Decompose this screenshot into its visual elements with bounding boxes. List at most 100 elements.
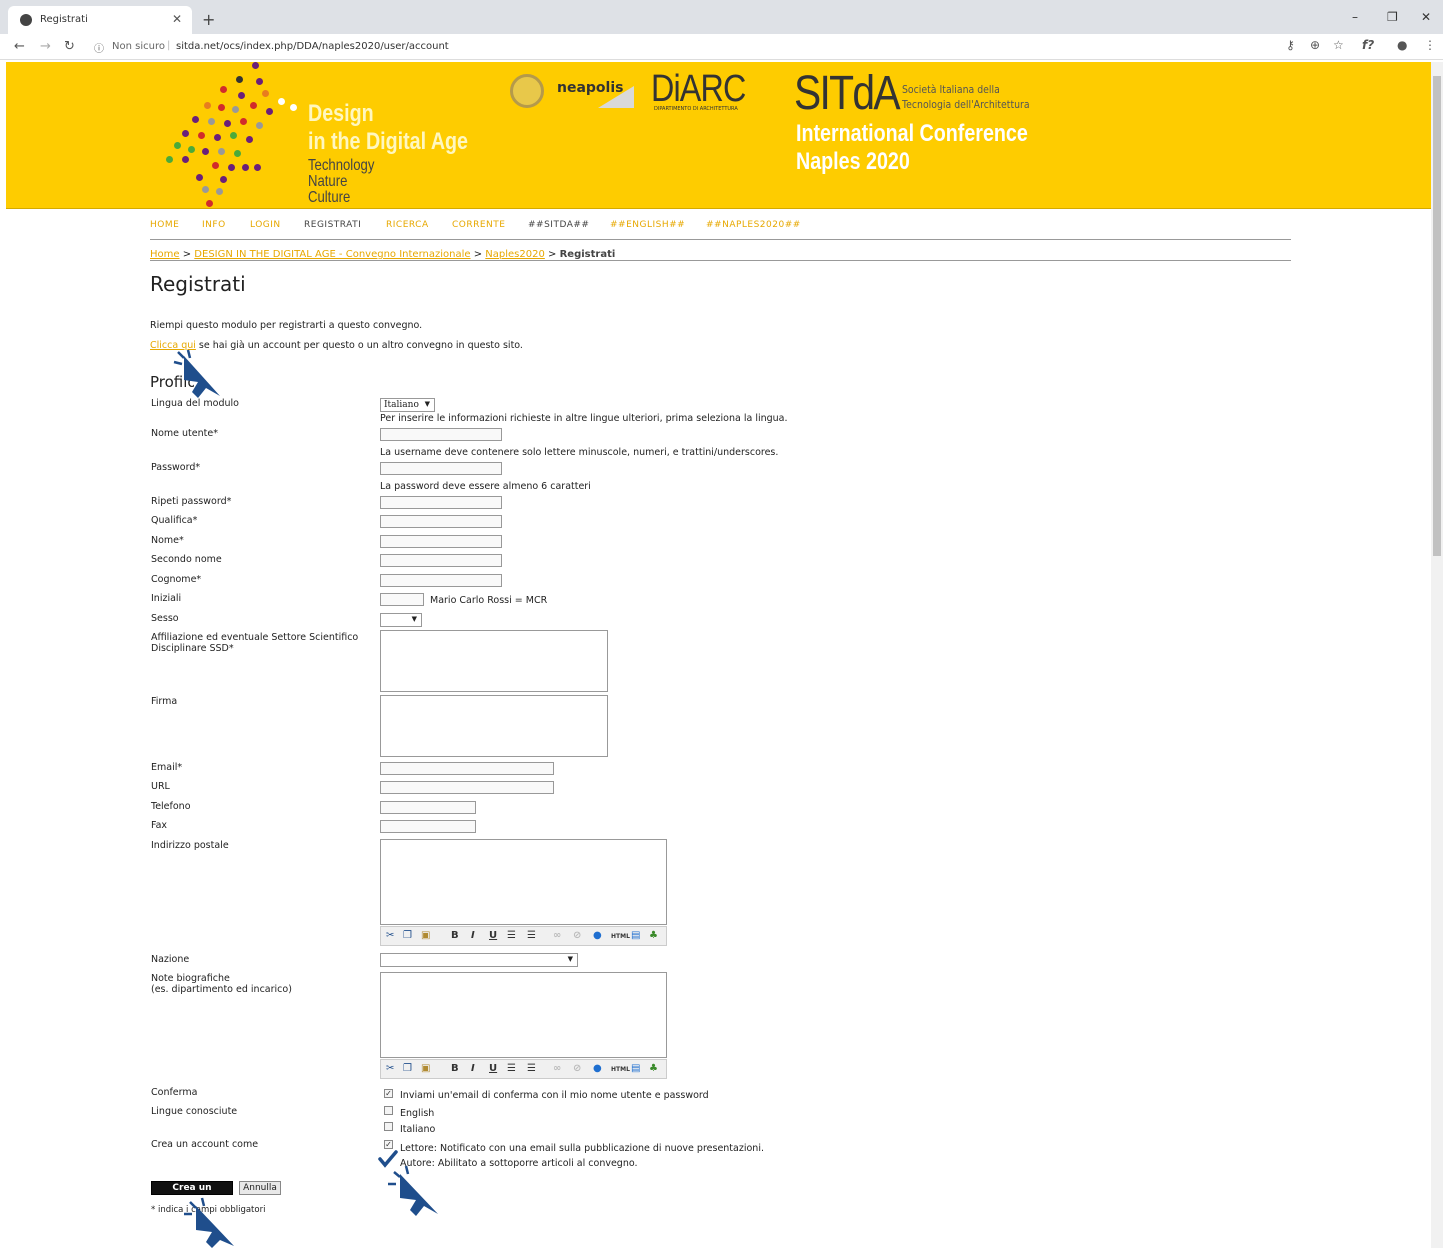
upload-icon[interactable]: ♣ (649, 930, 658, 941)
forward-icon[interactable]: → (40, 39, 51, 54)
breadcrumb-conference[interactable]: DESIGN IN THE DIGITAL AGE - Convegno Int… (194, 249, 470, 260)
nazione-select[interactable]: ▼ (380, 953, 578, 967)
paste-icon[interactable]: ▣ (421, 930, 430, 941)
design-logo-title: Design in the Digital Age (308, 100, 468, 156)
qualifica-label: Qualifica* (151, 515, 198, 526)
help-icon[interactable]: ● (593, 1063, 602, 1074)
link-icon[interactable]: ∞ (553, 1063, 561, 1074)
menu-icon[interactable]: ⋮ (1424, 38, 1436, 52)
bold-icon[interactable]: B (451, 930, 459, 941)
cut-icon[interactable]: ✂ (386, 1063, 394, 1074)
repeat-password-input[interactable] (380, 496, 502, 509)
extension-icon[interactable]: f? (1362, 38, 1374, 52)
underline-icon[interactable]: U (489, 1063, 497, 1074)
html-icon[interactable]: HTML (611, 933, 630, 940)
pointer-cursor-icon (173, 349, 220, 398)
nome-input[interactable] (380, 535, 502, 548)
underline-icon[interactable]: U (489, 930, 497, 941)
copy-icon[interactable]: ❐ (403, 1063, 412, 1074)
indirizzo-editor[interactable] (380, 839, 667, 925)
fax-input[interactable] (380, 820, 476, 833)
lettore-checkbox[interactable]: ✓ (384, 1140, 393, 1149)
browser-toolbar: ← → ↻ ⓘ Non sicuro | sitda.net/ocs/index… (0, 34, 1443, 60)
affiliazione-textarea[interactable] (380, 630, 608, 692)
iniziali-hint: Mario Carlo Rossi = MCR (430, 595, 548, 606)
bookmark-star-icon[interactable]: ☆ (1333, 38, 1344, 52)
lingua-select[interactable]: Italiano ▼ (380, 398, 435, 412)
nav-info[interactable]: INFO (202, 220, 226, 230)
qualifica-input[interactable] (380, 515, 502, 528)
upload-icon[interactable]: ♣ (649, 1063, 658, 1074)
sesso-select[interactable]: ▼ (380, 613, 422, 627)
url-text[interactable]: sitda.net/ocs/index.php/DDA/naples2020/u… (176, 41, 449, 52)
nav-ricerca[interactable]: RICERCA (386, 220, 429, 230)
sesso-label: Sesso (151, 613, 179, 624)
numbered-list-icon[interactable]: ☰ (527, 1063, 536, 1074)
note-editor[interactable] (380, 972, 667, 1058)
nav-login[interactable]: LOGIN (250, 220, 281, 230)
nav-home[interactable]: HOME (150, 220, 179, 230)
firma-textarea[interactable] (380, 695, 608, 757)
image-icon[interactable]: ▤ (631, 930, 640, 941)
breadcrumb-naples[interactable]: Naples2020 (485, 249, 545, 260)
cognome-input[interactable] (380, 574, 502, 587)
chevron-down-icon: ▼ (424, 400, 430, 408)
secondo-nome-input[interactable] (380, 554, 502, 567)
info-icon[interactable]: ⓘ (94, 40, 104, 55)
scrollbar-thumb[interactable] (1433, 76, 1441, 556)
conferma-checkbox[interactable]: ✓ (384, 1089, 393, 1098)
minimize-icon[interactable]: – (1352, 10, 1358, 24)
new-tab-icon[interactable]: + (202, 10, 215, 29)
back-icon[interactable]: ← (14, 39, 25, 54)
password-input[interactable] (380, 462, 502, 475)
zoom-icon[interactable]: ⊕ (1310, 38, 1320, 52)
breadcrumb-home[interactable]: Home (150, 249, 180, 260)
key-icon[interactable]: ⚷ (1286, 38, 1295, 52)
bullet-list-icon[interactable]: ☰ (507, 930, 516, 941)
tagline-line: Culture (308, 189, 351, 206)
crea-account-button[interactable]: Crea un account (151, 1181, 233, 1205)
nav-naples2020[interactable]: ##NAPLES2020## (706, 220, 801, 230)
html-icon[interactable]: HTML (611, 1066, 630, 1073)
bullet-list-icon[interactable]: ☰ (507, 1063, 516, 1074)
reload-icon[interactable]: ↻ (64, 39, 75, 54)
username-input[interactable] (380, 428, 502, 441)
nav-registrati[interactable]: REGISTRATI (304, 220, 361, 230)
nav-english[interactable]: ##ENGLISH## (610, 220, 685, 230)
help-icon[interactable]: ● (593, 930, 602, 941)
telefono-label: Telefono (151, 801, 191, 812)
nav-corrente[interactable]: CORRENTE (452, 220, 505, 230)
link-icon[interactable]: ∞ (553, 930, 561, 941)
vertical-scrollbar[interactable] (1431, 62, 1443, 1248)
annulla-button[interactable]: Annulla (239, 1181, 281, 1195)
unlink-icon[interactable]: ⊘ (573, 1063, 581, 1074)
unlink-icon[interactable]: ⊘ (573, 930, 581, 941)
sitda-fullname-line: Tecnologia dell'Architettura (902, 98, 1030, 111)
bold-icon[interactable]: B (451, 1063, 459, 1074)
italic-icon[interactable]: I (471, 930, 475, 941)
profile-icon[interactable]: ● (1397, 38, 1407, 52)
copy-icon[interactable]: ❐ (403, 930, 412, 941)
close-window-icon[interactable]: ✕ (1421, 10, 1431, 24)
italiano-checkbox[interactable] (384, 1122, 393, 1131)
english-checkbox[interactable] (384, 1106, 393, 1115)
paste-icon[interactable]: ▣ (421, 1063, 430, 1074)
close-tab-icon[interactable]: ✕ (172, 12, 182, 26)
italic-icon[interactable]: I (471, 1063, 475, 1074)
nav-sitda[interactable]: ##SITDA## (528, 220, 589, 230)
image-icon[interactable]: ▤ (631, 1063, 640, 1074)
conference-line: Naples 2020 (796, 148, 910, 175)
browser-tab[interactable]: Registrati ✕ (8, 6, 192, 34)
cut-icon[interactable]: ✂ (386, 930, 394, 941)
numbered-list-icon[interactable]: ☰ (527, 930, 536, 941)
email-input[interactable] (380, 762, 554, 775)
address-bar[interactable]: ⓘ Non sicuro | sitda.net/ocs/index.php/D… (88, 38, 1356, 56)
design-line: Design (308, 100, 374, 127)
note-label-line: Note biografiche (151, 973, 230, 984)
breadcrumb-divider (150, 260, 1291, 261)
design-line: in the Digital Age (308, 128, 469, 155)
iniziali-input[interactable] (380, 593, 424, 606)
restore-icon[interactable]: ❐ (1387, 10, 1398, 24)
telefono-input[interactable] (380, 801, 476, 814)
url-input[interactable] (380, 781, 554, 794)
